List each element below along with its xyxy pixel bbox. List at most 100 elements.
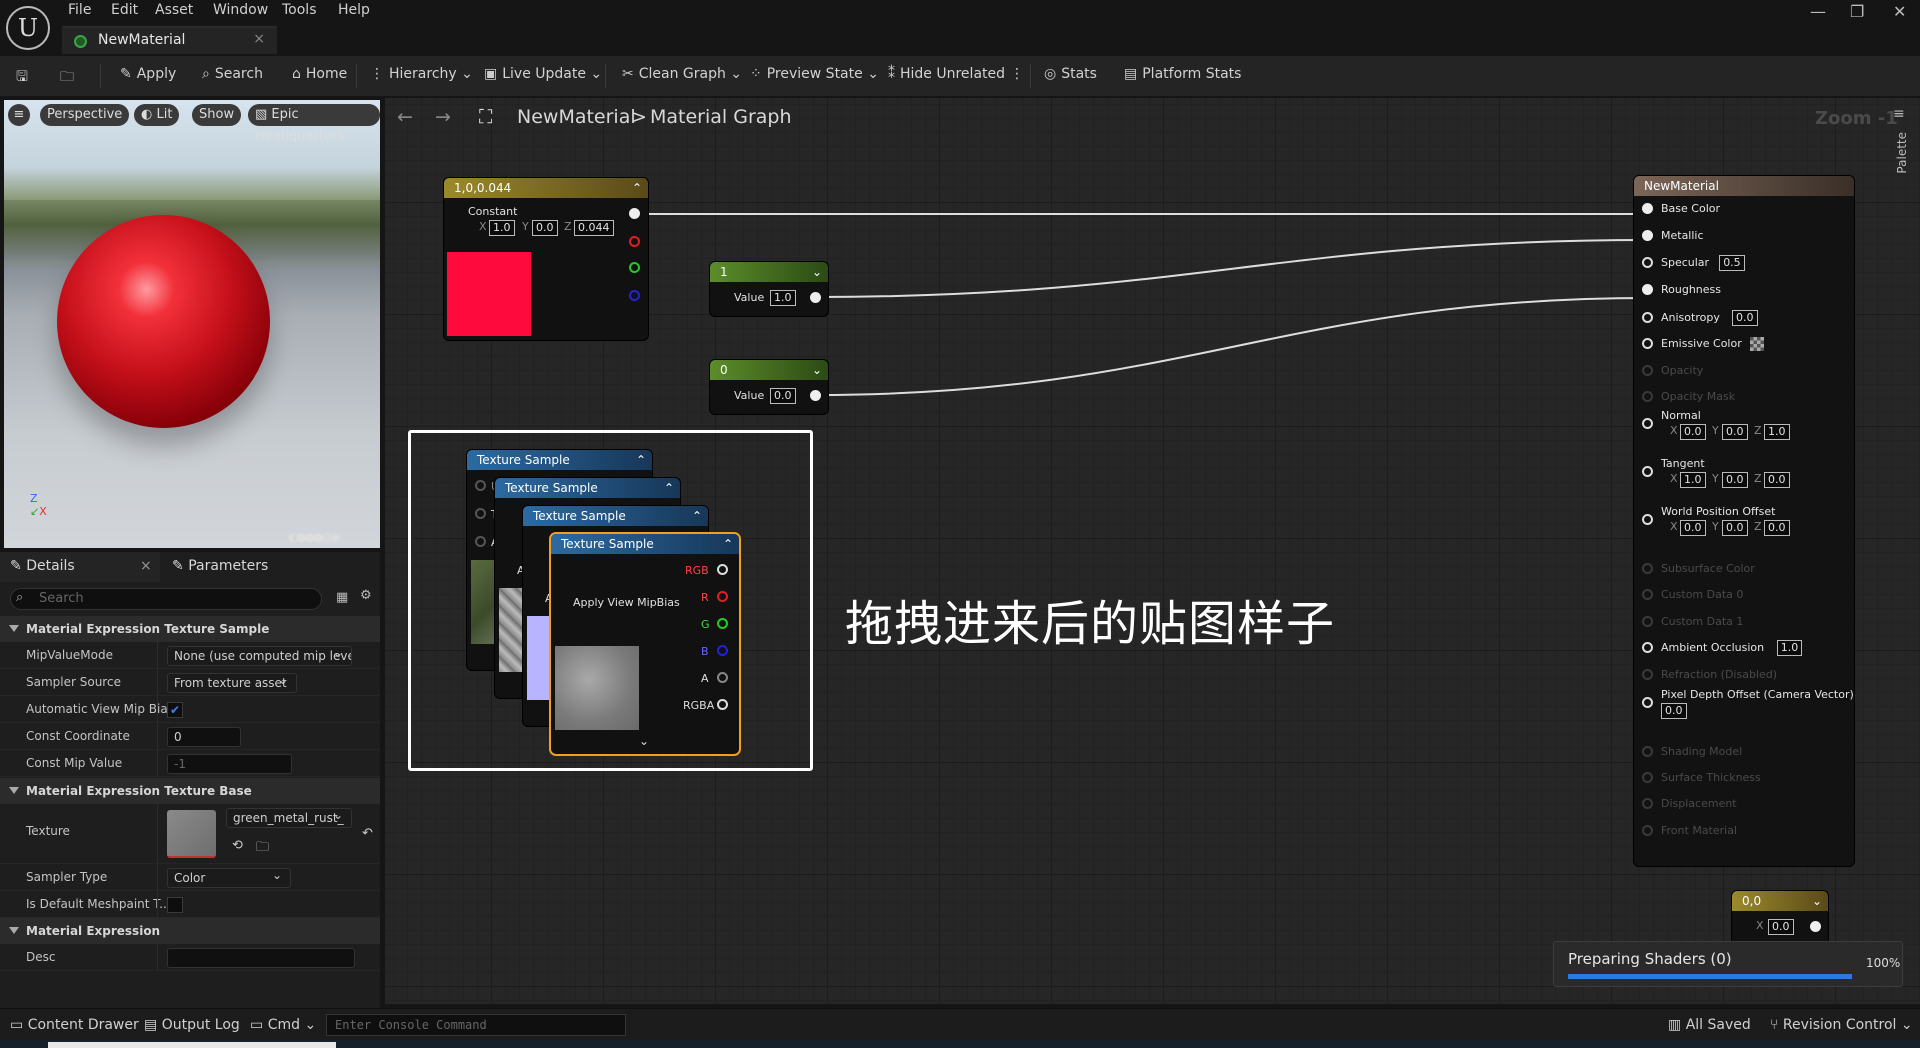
collapse-icon[interactable]: ⌃: [723, 534, 733, 554]
save-icon[interactable]: 🖫: [16, 66, 28, 90]
gear-icon[interactable]: ⚙: [360, 588, 372, 603]
b-pin[interactable]: [717, 645, 728, 656]
material-input-pin[interactable]: [1642, 798, 1653, 809]
parameters-tab[interactable]: ✎ Parameters: [172, 558, 268, 574]
desc-input[interactable]: [167, 948, 355, 968]
material-input-pin[interactable]: [1642, 642, 1653, 653]
scalar0-value-input[interactable]: 0.0: [770, 388, 796, 404]
scalar1-value-input[interactable]: 1.0: [770, 290, 796, 306]
preview-mesh-icons[interactable]: ◐●●●◍◉: [288, 530, 341, 544]
emissive-color-swatch[interactable]: [1750, 337, 1764, 351]
material-input-pin[interactable]: [1642, 466, 1653, 477]
grid-view-icon[interactable]: ▦: [336, 590, 348, 605]
menu-help[interactable]: Help: [338, 2, 370, 18]
mip-value-mode-dropdown[interactable]: None (use computed mip level: [167, 646, 352, 666]
constant-y-input[interactable]: 0.0: [532, 220, 558, 236]
texcoord-x-input[interactable]: 0.0: [1768, 919, 1794, 935]
material-input-pin[interactable]: [1642, 514, 1653, 525]
material-input-pin[interactable]: [1642, 257, 1653, 268]
material-input-pin[interactable]: [1642, 284, 1653, 295]
material-input-pin[interactable]: [1642, 338, 1653, 349]
preview-viewport[interactable]: ≡ Perspective ◐ Lit Show ▧ Epic Headquar…: [4, 100, 380, 548]
auto-mip-checkbox[interactable]: ✔: [167, 702, 183, 718]
sampler-source-dropdown[interactable]: From texture asset: [167, 673, 297, 693]
material-input-x[interactable]: 1.0: [1680, 472, 1706, 488]
texcoord-node[interactable]: 0,0 ⌄ X 0.0: [1732, 891, 1828, 943]
texture-thumbnail[interactable]: [167, 810, 216, 858]
palette-tab[interactable]: Palette: [1895, 132, 1909, 174]
menu-file[interactable]: File: [68, 2, 91, 18]
a-pin[interactable]: [717, 672, 728, 683]
content-drawer-button[interactable]: ▭ Content Drawer: [10, 1017, 139, 1033]
material-input-z[interactable]: 1.0: [1764, 424, 1790, 440]
material-input-z[interactable]: 0.0: [1764, 520, 1790, 536]
close-details-icon[interactable]: ×: [140, 558, 152, 574]
material-input-y[interactable]: 0.0: [1722, 424, 1748, 440]
material-input-pin[interactable]: [1642, 825, 1653, 836]
output-pin[interactable]: [629, 208, 640, 219]
material-input-pin[interactable]: [1642, 563, 1653, 574]
constant-x-input[interactable]: 1.0: [489, 220, 515, 236]
material-input-pin[interactable]: [1642, 746, 1653, 757]
material-result-node[interactable]: NewMaterial Base Color Metallic Specular 0.…: [1634, 176, 1854, 866]
material-input-y[interactable]: 0.0: [1722, 520, 1748, 536]
material-input-pin[interactable]: [1642, 203, 1653, 214]
sampler-type-dropdown[interactable]: Color: [167, 868, 291, 888]
section-texture-base[interactable]: Material Expression Texture Base: [0, 778, 380, 804]
breadcrumb-leaf[interactable]: Material Graph: [650, 106, 792, 128]
section-texture-sample[interactable]: Material Expression Texture Sample: [0, 616, 380, 642]
collapse-icon[interactable]: ⌃: [636, 450, 646, 470]
material-input-pin[interactable]: [1642, 230, 1653, 241]
collapse-icon[interactable]: ⌄: [812, 262, 822, 282]
collapse-icon[interactable]: ⌄: [1812, 891, 1822, 911]
scalar-node-1[interactable]: 1 ⌄ Value 1.0: [710, 262, 828, 316]
revision-control-button[interactable]: ⑂ Revision Control ⌄: [1770, 1017, 1913, 1033]
console-command-input[interactable]: Enter Console Command: [326, 1014, 626, 1036]
preview-state-button[interactable]: ⁘ Preview State ⌄: [750, 66, 879, 82]
const-mip-input[interactable]: -1: [167, 754, 292, 774]
r-pin[interactable]: [629, 236, 640, 247]
material-input-pin[interactable]: [1642, 391, 1653, 402]
collapse-icon[interactable]: ⌃: [632, 178, 642, 198]
collapse-icon[interactable]: ⌄: [812, 360, 822, 380]
material-input-pin[interactable]: [1642, 616, 1653, 627]
breadcrumb-root[interactable]: NewMaterial: [517, 106, 636, 128]
asset-tab[interactable]: NewMaterial ×: [62, 26, 277, 54]
constant3-node[interactable]: 1,0,0.044 ⌃ Constant X 1.0 Y 0.0 Z 0.044: [444, 178, 648, 340]
all-saved-button[interactable]: ▥ All Saved: [1668, 1017, 1751, 1033]
menu-edit[interactable]: Edit: [111, 2, 138, 18]
browse-icon[interactable]: 🗀: [60, 66, 74, 90]
g-pin[interactable]: [717, 618, 728, 629]
material-input-x[interactable]: 0.0: [1680, 424, 1706, 440]
palette-menu-icon[interactable]: ≡: [1893, 106, 1905, 122]
reset-icon[interactable]: ↶: [362, 826, 373, 841]
g-pin[interactable]: [629, 262, 640, 273]
material-input-x[interactable]: 0.0: [1680, 520, 1706, 536]
details-search-input[interactable]: Search: [10, 588, 322, 610]
more-options-icon[interactable]: ⋮: [1010, 66, 1024, 82]
expand-icon[interactable]: ⌄: [639, 734, 649, 748]
material-input-value[interactable]: 0.5: [1719, 255, 1745, 271]
apply-button[interactable]: ✎ Apply: [120, 66, 176, 82]
menu-window[interactable]: Window: [213, 2, 268, 18]
minimize-button[interactable]: —: [1810, 2, 1826, 21]
material-input-pin[interactable]: [1642, 365, 1653, 376]
rgb-pin[interactable]: [717, 564, 728, 575]
material-input-pin[interactable]: [1642, 772, 1653, 783]
close-tab-icon[interactable]: ×: [253, 31, 265, 47]
use-selected-icon[interactable]: ⟲: [232, 838, 243, 853]
platform-stats-button[interactable]: ▤ Platform Stats: [1124, 66, 1241, 82]
output-pin[interactable]: [1810, 921, 1821, 932]
collapse-icon[interactable]: ⌃: [664, 478, 674, 498]
unreal-logo-icon[interactable]: U: [6, 6, 50, 50]
show-button[interactable]: Show: [192, 104, 242, 126]
lit-button[interactable]: ◐ Lit: [134, 104, 180, 126]
material-input-value[interactable]: 0.0: [1661, 703, 1687, 719]
perspective-button[interactable]: Perspective: [40, 104, 130, 126]
epic-headquarters-button[interactable]: ▧ Epic Headquarters: [248, 104, 380, 144]
viewport-menu-icon[interactable]: ≡: [8, 104, 30, 126]
constant-z-input[interactable]: 0.044: [574, 220, 614, 236]
collapse-icon[interactable]: ⌃: [692, 506, 702, 526]
restore-button[interactable]: ❐: [1850, 2, 1864, 21]
scalar-node-0[interactable]: 0 ⌄ Value 0.0: [710, 360, 828, 414]
